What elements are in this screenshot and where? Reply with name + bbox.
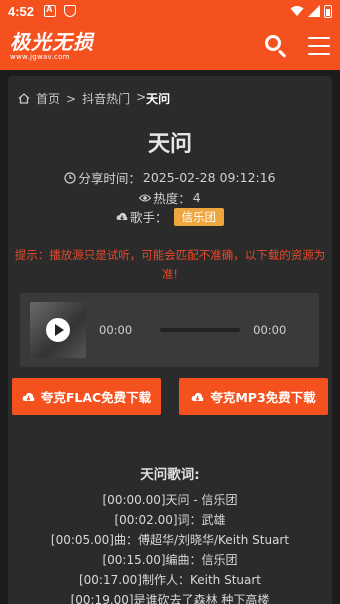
notice-text: 提示：播放源只是试听，可能会匹配不准确，以下载的资源为准!: [14, 248, 326, 281]
menu-icon[interactable]: [308, 37, 330, 55]
cloud-download-icon: [191, 392, 204, 401]
breadcrumb: 首页 > 抖音热门 > 天问: [18, 90, 170, 107]
flac-download-label: 夸克FLAC免费下载: [40, 390, 152, 405]
breadcrumb-separator: >: [136, 90, 147, 104]
cloud-download-icon: [116, 212, 128, 220]
app-notification-icon: [44, 4, 57, 17]
cell-signal-icon: [308, 5, 320, 17]
lyric-line: [00:05.00]曲：傅超华/刘晓华/Keith Stuart: [50, 533, 290, 547]
eye-icon: [139, 193, 152, 202]
singer-tag[interactable]: 信乐团: [173, 207, 224, 226]
logo-url: www.jgwav.com: [10, 52, 70, 61]
progress-bar[interactable]: [160, 328, 241, 332]
cloud-download-icon: [22, 392, 35, 401]
singer-label: 歌手：: [129, 210, 168, 225]
singer-line: 歌手： 信乐团: [8, 207, 332, 226]
site-header: 极光无损 www.jgwav.com: [0, 22, 340, 70]
download-row: 夸克FLAC免费下载 夸克MP3免费下载: [12, 378, 328, 415]
audio-player: 00:00 00:00: [20, 293, 319, 367]
lyrics-title: 天问歌词:: [140, 467, 200, 483]
search-icon[interactable]: [264, 34, 288, 58]
home-icon[interactable]: [18, 93, 30, 104]
breadcrumb-home[interactable]: 首页: [36, 90, 60, 107]
heat-value: 4: [192, 190, 201, 205]
song-title: 天问: [147, 132, 192, 157]
breadcrumb-current: 天问: [146, 92, 171, 106]
song-card: 首页 > 抖音热门 > 天问 天问 分享时间： 2025-02-28 09:12…: [8, 76, 332, 604]
heat-label: 热度：: [153, 191, 191, 206]
status-bar: 4:52: [0, 0, 340, 22]
lyric-line: [00:17.00]制作人：Keith Stuart: [78, 573, 262, 587]
play-icon[interactable]: [46, 318, 70, 342]
duration: 00:00: [253, 323, 287, 337]
current-time: 00:00: [99, 323, 133, 337]
status-time: 4:52: [8, 3, 35, 19]
lyric-line: [00:02.00]词：武雄: [114, 513, 226, 527]
lyric-line: [00:15.00]编曲：信乐团: [102, 553, 238, 567]
flac-download-button[interactable]: 夸克FLAC免费下载: [12, 378, 161, 415]
lyric-line: [00:19.00]是谁砍去了森林 种下高楼: [70, 593, 270, 604]
lyrics-list: [00:00.00]天问 - 信乐团 [00:02.00]词：武雄 [00:05…: [8, 490, 332, 604]
shield-notification-icon: [64, 5, 77, 17]
album-cover: [30, 302, 86, 358]
share-time-line: 分享时间： 2025-02-28 09:12:16: [8, 168, 332, 187]
mp3-download-button[interactable]: 夸克MP3免费下载: [179, 378, 328, 415]
clock-icon: [64, 171, 76, 184]
site-logo[interactable]: 极光无损 www.jgwav.com: [10, 32, 94, 61]
mp3-download-label: 夸克MP3免费下载: [210, 390, 316, 405]
share-time-label: 分享时间：: [78, 171, 141, 186]
share-time-value: 2025-02-28 09:12:16: [142, 170, 276, 185]
logo-text: 极光无损: [10, 29, 94, 54]
breadcrumb-separator: >: [66, 91, 77, 106]
battery-icon: [324, 4, 332, 18]
breadcrumb-category[interactable]: 抖音热门: [82, 90, 130, 107]
heat-line: 热度： 4: [8, 188, 332, 207]
lyric-line: [00:00.00]天问 - 信乐团: [102, 493, 238, 507]
wifi-icon: [290, 6, 304, 16]
